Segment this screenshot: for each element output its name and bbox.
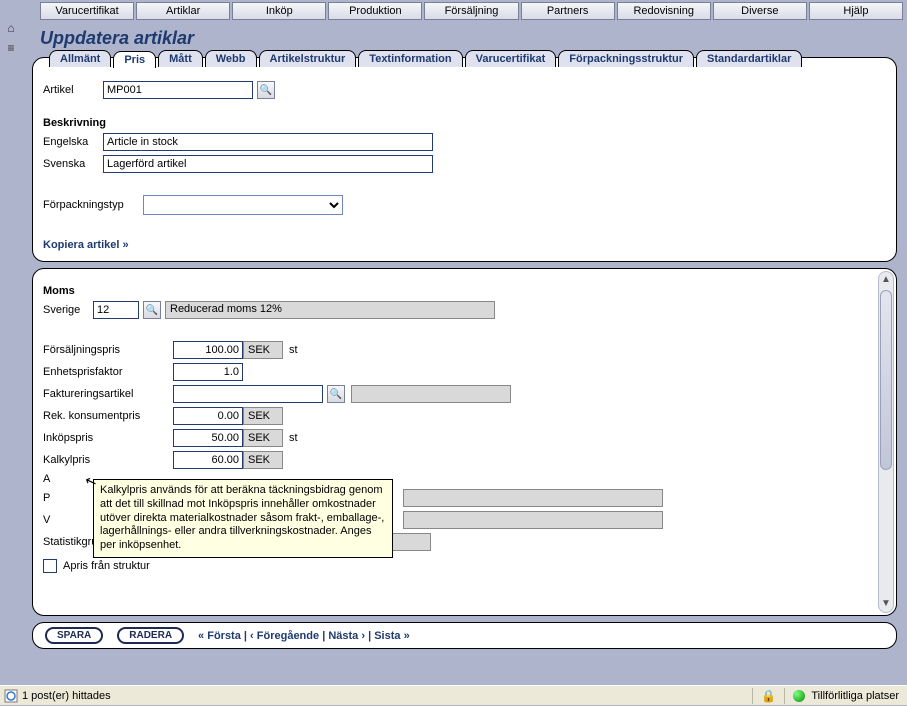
svenska-input[interactable]	[103, 155, 433, 173]
menu-partners[interactable]: Partners	[521, 2, 615, 20]
spara-button[interactable]: SPARA	[45, 627, 103, 644]
main-area: Uppdatera artiklar Allmänt Pris Mått Web…	[28, 22, 901, 649]
left-icon-column: ⌂ ≡	[3, 20, 23, 60]
apris-label: Apris från struktur	[63, 560, 150, 572]
kopiera-artikel-link[interactable]: Kopiera artikel »	[43, 239, 129, 251]
obscured-label-v: V	[43, 514, 51, 526]
tab-forpackningsstruktur[interactable]: Förpackningsstruktur	[558, 50, 694, 67]
scroll-down-icon[interactable]: ▼	[879, 596, 893, 612]
lower-card: ▲ ▼ Moms Sverige 🔍 Reducerad moms 12% Fö…	[32, 268, 897, 616]
search-icon: 🔍	[260, 85, 272, 96]
tab-webb[interactable]: Webb	[205, 50, 257, 67]
footer-card: SPARA RADERA « Första | ‹ Föregående | N…	[32, 622, 897, 649]
artikel-input[interactable]	[103, 81, 253, 99]
sverige-input[interactable]	[93, 301, 139, 319]
tab-artikelstruktur[interactable]: Artikelstruktur	[259, 50, 357, 67]
menu-inkop[interactable]: Inköp	[232, 2, 326, 20]
status-divider	[784, 688, 785, 704]
rek-konsumentpris-input[interactable]	[173, 407, 243, 425]
sverige-search-button[interactable]: 🔍	[143, 301, 161, 319]
rek-konsumentpris-label: Rek. konsumentpris	[43, 410, 173, 422]
obscured-label-p: P	[43, 492, 51, 504]
search-icon: 🔍	[146, 305, 158, 316]
faktureringsartikel-search-button[interactable]: 🔍	[327, 385, 345, 403]
tab-standardartiklar[interactable]: Standardartiklar	[696, 50, 802, 67]
inkopspris-label: Inköpspris	[43, 432, 173, 444]
menu-diverse[interactable]: Diverse	[713, 2, 807, 20]
home-icon[interactable]: ⌂	[3, 20, 19, 36]
scroll-up-icon[interactable]: ▲	[879, 272, 893, 288]
forsaljningspris-unit: st	[289, 344, 298, 356]
faktureringsartikel-desc	[351, 385, 511, 403]
beskrivning-title: Beskrivning	[43, 117, 886, 129]
engelska-label: Engelska	[43, 136, 103, 148]
menu-produktion[interactable]: Produktion	[328, 2, 422, 20]
forpackningstyp-select[interactable]	[143, 195, 343, 215]
menu-artiklar[interactable]: Artiklar	[136, 2, 230, 20]
inkopspris-unit: st	[289, 432, 298, 444]
kalkylpris-currency: SEK	[243, 451, 283, 469]
menu-forsaljning[interactable]: Försäljning	[424, 2, 518, 20]
zone-icon	[793, 690, 805, 702]
forsaljningspris-label: Försäljningspris	[43, 344, 173, 356]
tab-textinformation[interactable]: Textinformation	[358, 50, 462, 67]
faktureringsartikel-input[interactable]	[173, 385, 323, 403]
menu-varucertifikat[interactable]: Varucertifikat	[40, 2, 134, 20]
obscured-desc-v	[403, 511, 663, 529]
scroll-thumb[interactable]	[880, 290, 892, 470]
status-left-text: 1 post(er) hittades	[22, 690, 111, 702]
artikel-search-button[interactable]: 🔍	[257, 81, 275, 99]
list-icon[interactable]: ≡	[3, 40, 19, 56]
kalkylpris-label: Kalkylpris	[43, 454, 173, 466]
lock-icon: 🔒	[761, 689, 776, 703]
upper-card: Allmänt Pris Mått Webb Artikelstruktur T…	[32, 57, 897, 262]
menu-hjalp[interactable]: Hjälp	[809, 2, 903, 20]
apris-checkbox[interactable]	[43, 559, 57, 573]
nav-first[interactable]: « Första	[198, 630, 241, 642]
nav-prev[interactable]: ‹ Föregående	[250, 630, 319, 642]
tab-allmant[interactable]: Allmänt	[49, 50, 111, 67]
tab-bar: Allmänt Pris Mått Webb Artikelstruktur T…	[49, 50, 886, 67]
tab-matt[interactable]: Mått	[158, 50, 203, 67]
radera-button[interactable]: RADERA	[117, 627, 184, 644]
obscured-desc-p	[403, 489, 663, 507]
enhetsprisfaktor-input[interactable]	[173, 363, 243, 381]
sverige-label: Sverige	[43, 304, 93, 316]
top-menu: Varucertifikat Artiklar Inköp Produktion…	[0, 0, 907, 22]
tab-varucertifikat[interactable]: Varucertifikat	[465, 50, 557, 67]
status-zone-text: Tillförlitliga platser	[811, 690, 899, 702]
forsaljningspris-currency: SEK	[243, 341, 283, 359]
nav-last[interactable]: Sista »	[374, 630, 409, 642]
inkopspris-currency: SEK	[243, 429, 283, 447]
engelska-input[interactable]	[103, 133, 433, 151]
record-nav: « Första | ‹ Föregående | Nästa › | Sist…	[198, 630, 410, 642]
scrollbar[interactable]: ▲ ▼	[878, 271, 894, 613]
kalkylpris-input[interactable]	[173, 451, 243, 469]
nav-next[interactable]: Nästa ›	[328, 630, 365, 642]
artikel-label: Artikel	[43, 84, 103, 96]
inkopspris-input[interactable]	[173, 429, 243, 447]
menu-redovisning[interactable]: Redovisning	[617, 2, 711, 20]
status-bar: 1 post(er) hittades 🔒 Tillförlitliga pla…	[0, 685, 907, 705]
svenska-label: Svenska	[43, 158, 103, 170]
status-divider	[752, 688, 753, 704]
kalkylpris-tooltip: Kalkylpris används för att beräkna täckn…	[93, 479, 393, 558]
ie-page-icon	[4, 689, 18, 703]
rek-konsumentpris-currency: SEK	[243, 407, 283, 425]
sverige-desc: Reducerad moms 12%	[165, 301, 495, 319]
enhetsprisfaktor-label: Enhetsprisfaktor	[43, 366, 173, 378]
search-icon: 🔍	[330, 389, 342, 400]
faktureringsartikel-label: Faktureringsartikel	[43, 388, 173, 400]
tab-pris[interactable]: Pris	[113, 51, 156, 68]
forsaljningspris-input[interactable]	[173, 341, 243, 359]
obscured-label-a: A	[43, 473, 51, 485]
forpackningstyp-label: Förpackningstyp	[43, 199, 143, 211]
moms-title: Moms	[43, 285, 886, 297]
